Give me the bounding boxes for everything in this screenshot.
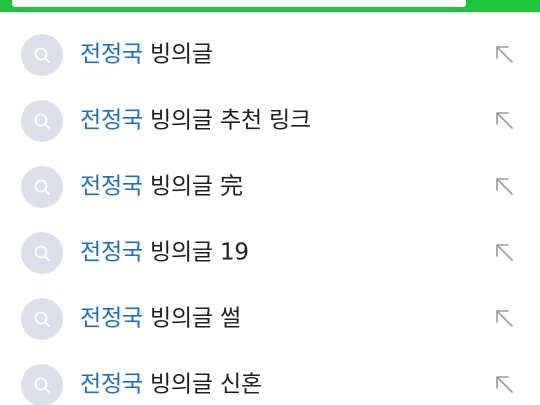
search-icon (21, 298, 63, 340)
arrow-up-left-icon[interactable] (492, 108, 518, 134)
suggestion-text: 전정국 빙의글 19 (80, 238, 249, 266)
query-highlight: 전정국 (80, 371, 143, 398)
suggestion-suffix: 빙의글 추천 링크 (142, 107, 311, 134)
query-highlight: 전정국 (80, 41, 143, 68)
search-input[interactable] (12, 0, 466, 7)
suggestion-text: 전정국 빙의글 完 (80, 172, 243, 200)
search-icon (21, 34, 63, 76)
search-icon (21, 166, 63, 208)
arrow-up-left-icon[interactable] (492, 240, 518, 266)
suggestion-suffix: 빙의글 신혼 (142, 371, 262, 398)
arrow-up-left-icon[interactable] (492, 372, 518, 398)
suggestion-item[interactable]: 전정국 빙의글 完 (0, 154, 540, 220)
suggestion-text: 전정국 빙의글 썰 (80, 304, 241, 332)
suggestion-item[interactable]: 전정국 빙의글 신혼 (0, 352, 540, 405)
search-icon (21, 100, 63, 142)
search-icon (21, 232, 63, 274)
query-highlight: 전정국 (80, 107, 143, 134)
suggestion-suffix: 빙의글 (142, 41, 213, 68)
suggestion-item[interactable]: 전정국 빙의글 추천 링크 (0, 88, 540, 154)
suggestion-list: 전정국 빙의글 전정국 빙의글 추천 링크 전정국 빙의글 完 전정국 빙의글 … (0, 22, 540, 405)
suggestion-suffix: 빙의글 完 (142, 173, 243, 200)
suggestion-item[interactable]: 전정국 빙의글 19 (0, 220, 540, 286)
search-icon (21, 364, 63, 405)
suggestion-text: 전정국 빙의글 (80, 40, 213, 68)
suggestion-suffix: 빙의글 썰 (142, 305, 241, 332)
arrow-up-left-icon[interactable] (492, 174, 518, 200)
query-highlight: 전정국 (80, 239, 143, 266)
suggestion-item[interactable]: 전정국 빙의글 (0, 22, 540, 88)
search-suggestions-screen: 전정국 빙의글 전정국 빙의글 추천 링크 전정국 빙의글 完 전정국 빙의글 … (0, 0, 540, 405)
arrow-up-left-icon[interactable] (492, 42, 518, 68)
query-highlight: 전정국 (80, 305, 143, 332)
suggestion-suffix: 빙의글 19 (142, 239, 249, 266)
suggestion-item[interactable]: 전정국 빙의글 썰 (0, 286, 540, 352)
suggestion-text: 전정국 빙의글 신혼 (80, 370, 262, 398)
search-header-bar (0, 0, 540, 12)
suggestion-text: 전정국 빙의글 추천 링크 (80, 106, 311, 134)
query-highlight: 전정국 (80, 173, 143, 200)
arrow-up-left-icon[interactable] (492, 306, 518, 332)
